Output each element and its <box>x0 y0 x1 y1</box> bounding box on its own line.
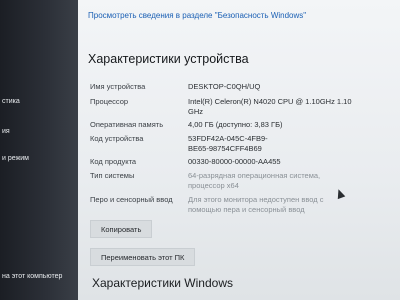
spec-value-ram: 4,00 ГБ (доступно: 3,83 ГБ) <box>188 120 283 129</box>
settings-sidebar: стика ия и режим на этот компьютер <box>0 0 78 300</box>
spec-value-processor: Intel(R) Celeron(R) N4020 CPU @ 1.10GHz … <box>188 97 352 116</box>
about-panel: Просмотреть сведения в разделе "Безопасн… <box>78 0 400 300</box>
spec-label-processor: Процессор <box>90 97 129 106</box>
sidebar-item-1[interactable]: стика <box>2 98 20 105</box>
windows-security-link[interactable]: Просмотреть сведения в разделе "Безопасн… <box>88 10 338 21</box>
rename-pc-button[interactable]: Переименовать этот ПК <box>90 248 196 266</box>
spec-label-ram: Оперативная память <box>90 120 164 129</box>
copy-button[interactable]: Копировать <box>90 220 153 238</box>
spec-value-system-type: 64-разрядная операционная система, проце… <box>188 171 321 190</box>
spec-value-device-name: DESKTOP-C0QH/UQ <box>188 82 261 91</box>
mouse-cursor-icon <box>334 187 346 200</box>
sidebar-item-3[interactable]: и режим <box>2 155 29 162</box>
sidebar-item-2[interactable]: ия <box>2 128 10 135</box>
spec-label-device-name: Имя устройства <box>90 82 146 91</box>
spec-value-product-id: 00330-80000-00000-AA455 <box>188 157 281 166</box>
spec-value-pen-touch: Для этого монитора недоступен ввод с пом… <box>188 195 324 214</box>
sidebar-item-4[interactable]: на этот компьютер <box>2 273 62 280</box>
windows-specs-heading: Характеристики Windows <box>92 276 233 290</box>
spec-label-pen-touch: Перо и сенсорный ввод <box>90 195 173 204</box>
spec-label-device-id: Код устройства <box>90 134 144 143</box>
device-specs-heading: Характеристики устройства <box>88 52 249 66</box>
spec-value-device-id: 53FDF42A-045C-4FB9-BE65-98754CFF4B69 <box>188 134 268 153</box>
spec-label-system-type: Тип системы <box>90 171 135 180</box>
spec-label-product-id: Код продукта <box>90 157 137 166</box>
